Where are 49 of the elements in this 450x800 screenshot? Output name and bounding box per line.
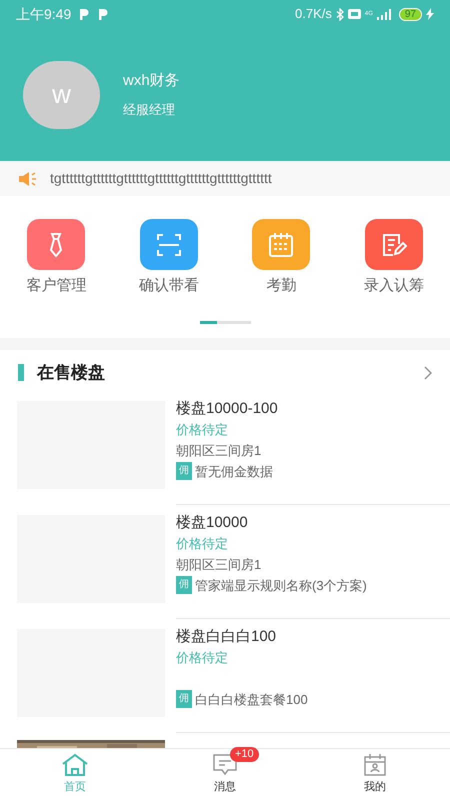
commission-text: 管家端显示规则名称(3个方案) bbox=[195, 576, 367, 595]
charging-icon bbox=[426, 8, 434, 20]
section-title: 在售楼盘 bbox=[37, 362, 105, 384]
menu-label: 录入认筹 bbox=[364, 276, 424, 296]
commission-tag: 佣 bbox=[176, 462, 192, 480]
listing-price: 价格待定 bbox=[176, 420, 229, 438]
listing-title: 楼盘白白白100 bbox=[176, 626, 278, 646]
notification-badge: +10 bbox=[230, 747, 259, 762]
section-marker bbox=[18, 364, 24, 381]
nav-tab[interactable]: 我的 bbox=[300, 749, 450, 800]
calendar-icon bbox=[268, 232, 294, 258]
parking-icon bbox=[98, 8, 110, 20]
listing-item[interactable]: 楼盘白白白100 价格待定 佣 白白白楼盘套餐100 bbox=[0, 626, 450, 740]
user-name: wxh财务 bbox=[123, 70, 180, 90]
notice-text: tgttttttgttttttgttttttgttttttgttttttgttttttgtttttt bbox=[50, 169, 272, 188]
home-icon bbox=[61, 753, 89, 778]
menu-label: 客户管理 bbox=[26, 276, 86, 296]
menu-label: 考勤 bbox=[266, 276, 296, 296]
commission-tag: 佣 bbox=[176, 690, 192, 708]
quick-menu-item[interactable]: 考勤 bbox=[225, 219, 338, 298]
listing-address: 朝阳区三间房1 bbox=[176, 556, 262, 574]
network-speed: 0.7K/s bbox=[295, 5, 332, 24]
battery-indicator: 97 bbox=[398, 8, 422, 20]
listing-address: 朝阳区三间房1 bbox=[176, 442, 262, 460]
commission-text: 暂无佣金数据 bbox=[195, 462, 273, 480]
bluetooth-icon bbox=[336, 8, 344, 20]
listing-item[interactable]: 楼盘10000 价格待定 朝阳区三间房1 佣 管家端显示规则名称(3个方案) bbox=[0, 512, 450, 626]
commission-text: 白白白楼盘套餐100 bbox=[195, 690, 308, 708]
nav-tab[interactable]: +10 消息 bbox=[150, 749, 300, 800]
speaker-icon bbox=[18, 170, 38, 186]
listing-price: 价格待定 bbox=[176, 648, 229, 666]
quick-menu-item[interactable]: 录入认筹 bbox=[338, 219, 450, 298]
user-role: 经服经理 bbox=[123, 101, 176, 119]
parking-icon bbox=[79, 8, 90, 20]
hd-icon bbox=[348, 9, 361, 19]
listing-title: 楼盘10000 bbox=[176, 512, 249, 532]
quick-menu-item[interactable]: 确认带看 bbox=[112, 219, 225, 298]
menu-label: 确认带看 bbox=[138, 276, 199, 296]
calendar-person-icon bbox=[363, 753, 387, 778]
scan-icon bbox=[156, 232, 182, 256]
edit-icon bbox=[380, 232, 407, 258]
listing-item[interactable]: 楼盘10000-100 价格待定 朝阳区三间房1 佣 暂无佣金数据 bbox=[0, 398, 450, 512]
signal-icon bbox=[376, 8, 391, 20]
listing-price: 价格待定 bbox=[176, 534, 229, 552]
status-time: 上午9:49 bbox=[16, 4, 72, 24]
commission-tag: 佣 bbox=[176, 576, 192, 594]
listing-title: 楼盘10000-100 bbox=[176, 398, 279, 418]
chevron-right-icon[interactable] bbox=[424, 366, 432, 380]
quick-menu-item[interactable]: 客户管理 bbox=[0, 219, 112, 298]
